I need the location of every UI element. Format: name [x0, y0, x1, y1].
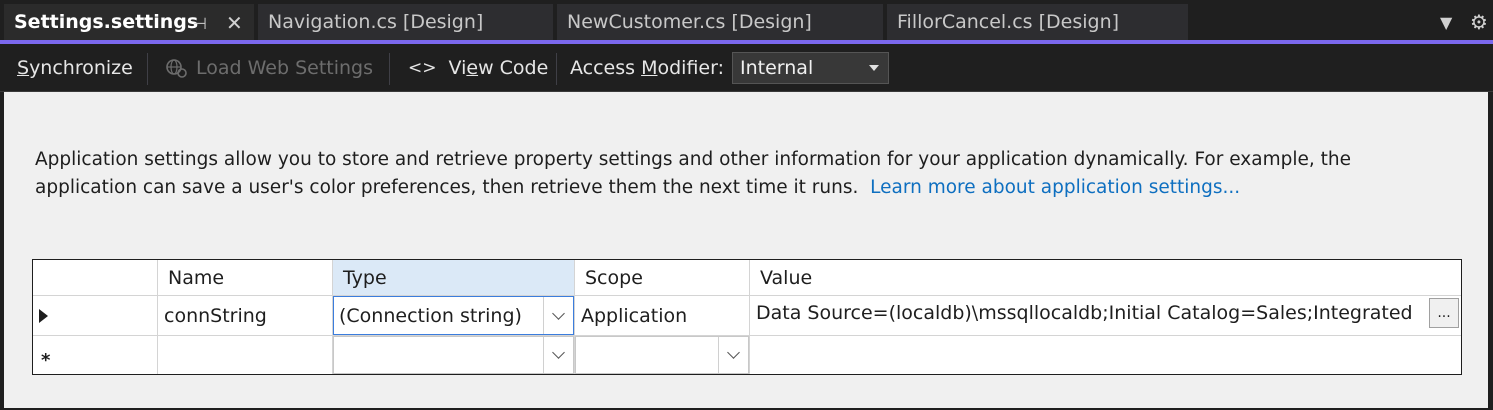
settings-toolbar: Synchronize Load Web Settings <> Vi e w Co…	[0, 44, 1493, 92]
load-web-settings-button[interactable]: Load Web Settings	[164, 44, 373, 92]
tab-fillorcancel-design[interactable]: FillorCancel.cs [Design]	[887, 4, 1188, 40]
setting-type-cell[interactable]: (Connection string)	[333, 296, 575, 336]
new-setting-name-cell[interactable]	[158, 336, 333, 374]
toolbar-separator	[556, 53, 557, 85]
ellipsis-label: ...	[1437, 305, 1451, 321]
synchronize-button[interactable]: Synchronize	[17, 44, 133, 92]
web-settings-icon	[166, 59, 187, 78]
column-header-label: Scope	[585, 266, 643, 289]
new-setting-value-cell[interactable]	[750, 336, 1461, 374]
access-modifier-label-pre: Access	[570, 57, 642, 79]
dropdown-button[interactable]	[543, 297, 573, 334]
setting-type-dropdown[interactable]: (Connection string)	[333, 296, 574, 335]
toolbar-separator	[147, 53, 148, 85]
view-code-mnemonic: e	[466, 57, 479, 79]
view-code-button[interactable]: <> Vi e w Code	[408, 44, 548, 92]
view-code-label-pre: Vi	[448, 57, 467, 79]
row-selector[interactable]	[33, 296, 158, 336]
tab-navigation-design[interactable]: Navigation.cs [Design]	[258, 4, 553, 40]
column-header-label: Name	[168, 266, 225, 289]
learn-more-link[interactable]: Learn more about application settings...	[870, 177, 1240, 198]
new-row-selector[interactable]: *	[33, 336, 158, 374]
dropdown-arrow-icon	[869, 65, 879, 71]
dropdown-button[interactable]	[543, 337, 573, 373]
setting-name: connString	[164, 304, 267, 327]
toolbar-separator	[389, 53, 390, 85]
setting-name-cell[interactable]: connString	[158, 296, 333, 336]
chevron-down-icon	[727, 346, 740, 359]
access-modifier-label: Access Modifier:	[570, 44, 724, 92]
access-modifier-dropdown[interactable]: Internal	[732, 52, 889, 84]
new-row-asterisk-icon: *	[41, 349, 51, 371]
code-brackets-icon: <>	[408, 58, 437, 78]
tab-label: Settings.settings	[14, 11, 199, 33]
gear-icon[interactable]: ⚙	[1470, 12, 1488, 32]
load-web-settings-label: Load Web Settings	[196, 57, 374, 79]
column-header-name[interactable]: Name	[158, 260, 333, 296]
setting-value-cell[interactable]: Data Source=(localdb)\mssqllocaldb;Initi…	[750, 296, 1461, 336]
view-code-label-post: w Code	[478, 57, 549, 79]
synchronize-mnemonic: S	[17, 57, 30, 79]
setting-scope-value: Application	[581, 304, 688, 327]
application-settings-description: Application settings allow you to store …	[35, 146, 1435, 202]
tab-dropdown-icon[interactable]: ▼	[1440, 13, 1452, 33]
chevron-down-icon	[552, 346, 565, 359]
chevron-down-icon	[552, 306, 565, 320]
setting-type-value: (Connection string)	[339, 304, 522, 327]
current-row-arrow-icon	[39, 308, 48, 323]
new-setting-type-cell[interactable]	[333, 336, 575, 374]
pin-icon[interactable]: ⊣	[193, 14, 207, 34]
tab-newcustomer-design[interactable]: NewCustomer.cs [Design]	[557, 4, 883, 40]
synchronize-label: ynchronize	[29, 57, 133, 79]
dropdown-button[interactable]	[718, 337, 748, 373]
value-ellipsis-button[interactable]: ...	[1429, 298, 1459, 328]
settings-grid: Name Type Scope Value connString (Connec…	[32, 259, 1462, 375]
access-modifier-value: Internal	[740, 57, 814, 79]
column-header-value[interactable]: Value	[750, 260, 1461, 296]
tab-label: FillorCancel.cs [Design]	[897, 11, 1120, 33]
setting-scope-cell[interactable]: Application	[575, 296, 750, 336]
column-header-type[interactable]: Type	[333, 260, 575, 296]
tab-label: Navigation.cs [Design]	[268, 11, 484, 33]
access-modifier-mnemonic: M	[641, 57, 658, 79]
column-header-label: Type	[343, 266, 387, 289]
setting-value-text: Data Source=(localdb)\mssqllocaldb;Initi…	[756, 302, 1413, 324]
new-setting-scope-dropdown[interactable]	[575, 336, 749, 374]
settings-designer-surface: Application settings allow you to store …	[4, 92, 1488, 408]
tab-settings-settings[interactable]: Settings.settings	[4, 4, 254, 40]
document-tab-strip: Settings.settings ⊣ ✕ Navigation.cs [Des…	[0, 0, 1493, 44]
row-header-corner	[33, 260, 158, 296]
new-setting-scope-cell[interactable]	[575, 336, 750, 374]
new-setting-type-dropdown[interactable]	[333, 336, 574, 374]
close-icon[interactable]: ✕	[226, 13, 243, 33]
access-modifier-label-post: odifier:	[657, 57, 725, 79]
column-header-label: Value	[760, 266, 813, 289]
column-header-scope[interactable]: Scope	[575, 260, 750, 296]
tab-label: NewCustomer.cs [Design]	[567, 11, 812, 33]
